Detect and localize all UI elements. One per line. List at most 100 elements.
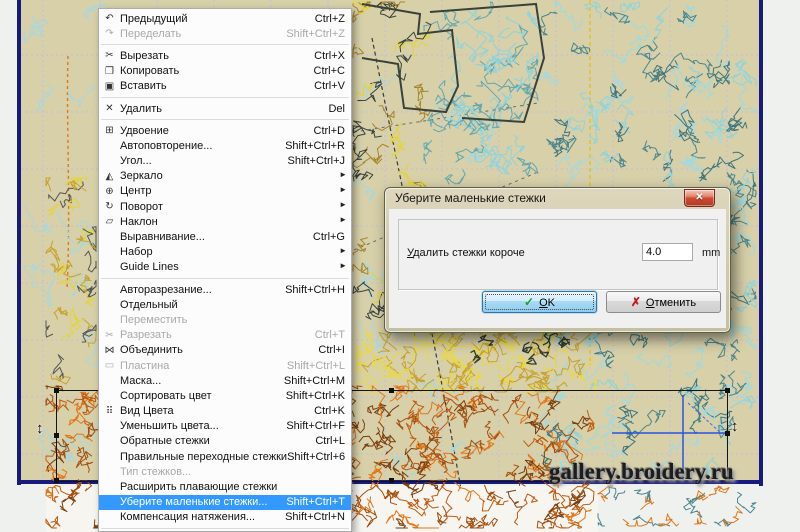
context-menu-item[interactable]: Guide Lines►	[99, 260, 351, 275]
selection-handle[interactable]	[389, 478, 394, 483]
menu-separator	[101, 97, 349, 98]
cross-icon: ✗	[631, 295, 641, 309]
context-menu-item[interactable]: Правильные переходные стежкиShift+Ctrl+6	[99, 449, 351, 464]
context-menu-item[interactable]: Уберите маленькие стежки...Shift+Ctrl+T	[99, 495, 351, 510]
context-menu-item[interactable]: ↶Предыдущий Ctrl+Z	[99, 11, 351, 26]
menu-item-label: Зеркало	[120, 170, 163, 182]
context-menu-item[interactable]: Расширить плавающие стежки	[99, 479, 351, 494]
watermark: gallery.broidery.ru	[549, 459, 734, 485]
context-menu-item[interactable]: ❐КопироватьCtrl+C	[99, 64, 351, 79]
cancel-button[interactable]: ✗Отменить	[606, 291, 721, 313]
color-view-icon: ⠿	[99, 406, 120, 417]
context-menu-item[interactable]: Выравнивание...Ctrl+G	[99, 229, 351, 244]
split-icon: ✂	[99, 330, 120, 341]
context-menu-item[interactable]: ⊕Центр►	[99, 184, 351, 199]
menu-item-label: Авторазрезание...	[120, 284, 212, 296]
context-menu-item[interactable]: ▱Наклон►	[99, 214, 351, 229]
context-menu-item[interactable]: Авторазрезание... Shift+Ctrl+H	[99, 282, 351, 297]
menu-item-label: Разрезать	[120, 329, 172, 341]
menu-item-shortcut: Shift+Ctrl+R	[285, 140, 351, 152]
context-menu-item[interactable]: Набор►	[99, 245, 351, 260]
selection-handle[interactable]	[725, 388, 730, 393]
context-menu-item[interactable]: Уменьшить цвета...Shift+Ctrl+F	[99, 419, 351, 434]
context-menu-item[interactable]: ⋈ОбъединитьCtrl+I	[99, 343, 351, 358]
menu-item-label: Переделать	[120, 28, 181, 40]
selection-handle[interactable]	[54, 433, 59, 438]
menu-item-shortcut: Ctrl+L	[315, 435, 351, 447]
menu-item-label: Правильные переходные стежки	[120, 451, 287, 463]
context-menu-item[interactable]: ◭Зеркало►	[99, 169, 351, 184]
menu-item-label: Копировать	[120, 65, 179, 77]
mirror-icon: ◭	[99, 171, 120, 182]
context-menu-item[interactable]: Маска... Shift+Ctrl+M	[99, 373, 351, 388]
context-menu-item[interactable]: Угол... Shift+Ctrl+J	[99, 154, 351, 169]
menu-item-label: Уберите маленькие стежки...	[120, 496, 267, 508]
remove-small-stitches-dialog: Уберите маленькие стежки ✕ Удалить стежк…	[384, 187, 731, 333]
selection-handle[interactable]	[389, 388, 394, 393]
cut-icon: ✂	[99, 50, 120, 61]
redo-icon: ↷	[99, 28, 120, 39]
context-menu-item[interactable]: ▣ВставитьCtrl+V	[99, 79, 351, 94]
menu-item-label: Компенсация натяжения...	[120, 511, 255, 523]
menu-item-shortcut: Shift+Ctrl+N	[285, 511, 351, 523]
context-menu-item[interactable]: Обратные стежкиCtrl+L	[99, 434, 351, 449]
menu-item-label: Уменьшить цвета...	[120, 420, 219, 432]
menu-item-label: Удвоение	[120, 125, 169, 137]
menu-item-label: Маска...	[120, 375, 161, 387]
context-menu-item[interactable]: ✂ВырезатьCtrl+X	[99, 48, 351, 63]
menu-item-shortcut: Shift+Ctrl+K	[286, 390, 351, 402]
menu-item-label: Удалить	[120, 103, 162, 115]
menu-item-label: Отдельный	[120, 299, 178, 311]
menu-item-label: Тип стежков...	[120, 466, 191, 478]
dialog-title: Уберите маленькие стежки	[395, 191, 546, 205]
menu-item-shortcut: Shift+Ctrl+6	[287, 451, 351, 463]
context-menu-item: Переместить	[99, 312, 351, 327]
menu-item-shortcut: Shift+Ctrl+M	[284, 375, 351, 387]
context-menu-item[interactable]: Отдельный	[99, 297, 351, 312]
menu-item-label: Выравнивание...	[120, 231, 205, 243]
focus-rectangle	[485, 294, 594, 310]
rotate-icon: ↻	[99, 201, 120, 212]
menu-item-shortcut: Ctrl+I	[318, 344, 351, 356]
context-menu-item: ↷Переделать Shift+Ctrl+Z	[99, 26, 351, 41]
menu-item-shortcut: Shift+Ctrl+H	[285, 284, 351, 296]
cancel-label: тменить	[654, 297, 696, 309]
selection-handle[interactable]	[54, 388, 59, 393]
dialog-body: Удалить стежки короче mm ✓OK ✗Отменить	[389, 209, 726, 328]
paste-icon: ▣	[99, 81, 120, 92]
context-menu-item[interactable]: ⊞УдвоениеCtrl+D	[99, 123, 351, 138]
context-menu-item[interactable]: Автоповторение... Shift+Ctrl+R	[99, 138, 351, 153]
submenu-arrow-icon: ►	[339, 200, 347, 209]
close-icon[interactable]: ✕	[684, 189, 715, 207]
menu-separator	[101, 44, 349, 45]
context-menu-item[interactable]: ↻Поворот►	[99, 199, 351, 214]
menu-item-label: Угол...	[120, 155, 152, 167]
submenu-arrow-icon: ►	[339, 215, 347, 224]
menu-item-label: Набор	[120, 246, 153, 258]
menu-item-shortcut: Ctrl+X	[314, 50, 351, 62]
context-menu-item[interactable]: Сортировать цветShift+Ctrl+K	[99, 388, 351, 403]
menu-item-label: Автоповторение...	[120, 140, 212, 152]
selection-handle[interactable]	[54, 478, 59, 483]
label-text: далить стежки короче	[413, 247, 525, 259]
ok-button[interactable]: ✓OK	[482, 291, 597, 313]
context-menu-item[interactable]: Компенсация натяжения... Shift+Ctrl+N	[99, 510, 351, 525]
context-menu: ↶Предыдущий Ctrl+Z ↷Переделать Shift+Ctrl+Z…	[98, 8, 352, 532]
menu-item-shortcut: Ctrl+Z	[315, 13, 351, 25]
context-menu-item[interactable]: ✕УдалитьDel	[99, 101, 351, 116]
context-menu-item[interactable]: ⠿Вид ЦветаCtrl+K	[99, 404, 351, 419]
menu-item-shortcut: Shift+Ctrl+J	[288, 155, 351, 167]
undo-icon: ↶	[99, 13, 120, 24]
context-menu-item: ✂РазрезатьCtrl+T	[99, 328, 351, 343]
stitch-length-label: Удалить стежки короче	[407, 247, 525, 259]
center-icon: ⊕	[99, 186, 120, 197]
menu-item-shortcut: Shift+Ctrl+Z	[286, 28, 351, 40]
copy-icon: ❐	[99, 66, 120, 77]
stitch-length-input[interactable]	[642, 243, 693, 261]
selection-handle[interactable]	[725, 431, 730, 436]
menu-item-label: Предыдущий	[120, 13, 187, 25]
menu-item-label: Вставить	[120, 80, 167, 92]
resize-vertical-cursor-icon: ↕	[731, 418, 739, 435]
resize-vertical-cursor-icon: ↕	[36, 420, 44, 437]
merge-icon: ⋈	[99, 345, 120, 356]
